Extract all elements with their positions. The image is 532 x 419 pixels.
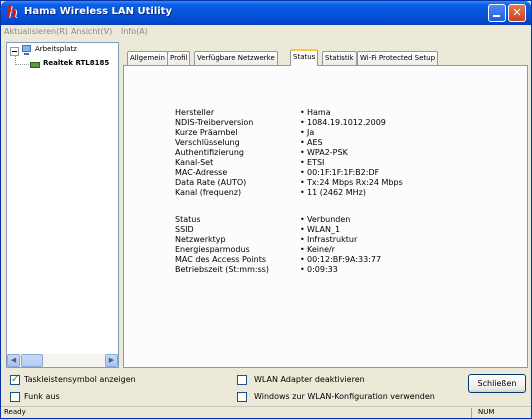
radio-off-checkbox[interactable] xyxy=(10,392,20,402)
info-value: ETSI xyxy=(300,158,325,167)
tab-statistics[interactable]: Statistik xyxy=(322,51,357,65)
disable-adapter-label[interactable]: WLAN Adapter deaktivieren xyxy=(254,375,365,384)
close-window-button[interactable] xyxy=(508,4,526,22)
info-label: Kanal-Set xyxy=(175,158,214,167)
info-label: Netzwerktyp xyxy=(175,235,226,244)
info-value: 11 (2462 MHz) xyxy=(300,188,366,197)
tree-adapter-label[interactable]: Realtek RTL8185 xyxy=(43,59,109,67)
info-label: Verschlüsselung xyxy=(175,138,240,147)
status-panel: Hersteller Hama NDIS-Treiberversion 1084… xyxy=(123,65,528,368)
info-label: SSID xyxy=(175,225,194,234)
tab-general[interactable]: Allgemein xyxy=(127,51,168,65)
info-label: NDIS-Treiberversion xyxy=(175,118,254,127)
device-tree[interactable]: Arbeitsplatz Realtek RTL8185 ◀ ▶ xyxy=(6,42,119,368)
tree-collapse-icon[interactable] xyxy=(10,47,19,56)
taskbar-icon-checkbox[interactable] xyxy=(10,374,20,385)
app-logo-icon: h xyxy=(6,3,18,22)
tab-wps[interactable]: Wi-Fi Protected Setup xyxy=(357,51,439,65)
info-label: Data Rate (AUTO) xyxy=(175,178,247,187)
info-value: 0:09:33 xyxy=(300,265,338,274)
status-bar: Ready NUM xyxy=(1,406,531,418)
num-lock-indicator: NUM xyxy=(478,408,495,416)
tree-horizontal-scrollbar[interactable]: ◀ ▶ xyxy=(7,354,118,367)
scroll-right-icon[interactable]: ▶ xyxy=(105,354,118,367)
status-divider xyxy=(471,408,472,418)
menu-view[interactable]: Ansicht(V) xyxy=(71,27,112,36)
info-value: Keine/r xyxy=(300,245,335,254)
bottom-options: Taskleistensymbol anzeigen Funk aus WLAN… xyxy=(1,370,531,407)
info-label: Hersteller xyxy=(175,108,215,117)
info-label: Status xyxy=(175,215,201,224)
info-label: Kurze Präambel xyxy=(175,128,238,137)
info-value: Ja xyxy=(300,128,315,137)
tab-container: Allgemein Profil Verfügbare Netzwerke St… xyxy=(123,42,528,368)
windows-config-label[interactable]: Windows zur WLAN-Konfiguration verwenden xyxy=(254,392,435,401)
minimize-icon xyxy=(493,15,500,17)
scroll-left-icon[interactable]: ◀ xyxy=(7,354,20,367)
info-value: 00:12:BF:9A:33:77 xyxy=(300,255,381,264)
info-value: 00:1F:1F:1F:B2:DF xyxy=(300,168,379,177)
scroll-thumb[interactable] xyxy=(21,354,43,367)
menu-refresh[interactable]: Aktualisieren(R) xyxy=(4,27,68,36)
windows-config-checkbox[interactable] xyxy=(237,392,247,402)
computer-icon xyxy=(21,45,33,56)
info-label: Authentifizierung xyxy=(175,148,244,157)
app-window: h Hama Wireless LAN Utility Aktualisiere… xyxy=(0,0,532,419)
tree-connector xyxy=(15,56,29,65)
disable-adapter-checkbox[interactable] xyxy=(237,375,247,385)
menu-bar: Aktualisieren(R) Ansicht(V) Info(A) xyxy=(1,25,531,40)
info-value: Verbunden xyxy=(300,215,350,224)
tab-available-networks[interactable]: Verfügbare Netzwerke xyxy=(194,51,278,65)
info-value: WPA2-PSK xyxy=(300,148,348,157)
info-label: Betriebszeit (St:mm:ss) xyxy=(175,265,270,274)
info-label: MAC des Access Points xyxy=(175,255,267,264)
taskbar-icon-label[interactable]: Taskleistensymbol anzeigen xyxy=(24,375,136,384)
title-bar[interactable]: h Hama Wireless LAN Utility xyxy=(1,1,531,25)
info-label: Energiesparmodus xyxy=(175,245,250,254)
tree-root-label[interactable]: Arbeitsplatz xyxy=(35,45,77,53)
info-value: Hama xyxy=(300,108,331,117)
tab-status[interactable]: Status xyxy=(290,49,319,66)
window-title: Hama Wireless LAN Utility xyxy=(24,6,172,17)
network-adapter-icon xyxy=(30,60,41,70)
info-value: Tx:24 Mbps Rx:24 Mbps xyxy=(300,178,403,187)
minimize-button[interactable] xyxy=(488,4,506,22)
info-label: Kanal (frequenz) xyxy=(175,188,242,197)
radio-off-label[interactable]: Funk aus xyxy=(24,392,60,401)
info-label: MAC-Adresse xyxy=(175,168,228,177)
info-value: 1084.19.1012.2009 xyxy=(300,118,386,127)
tab-profile[interactable]: Profil xyxy=(167,51,191,65)
close-button[interactable]: Schließen xyxy=(468,374,526,393)
menu-info[interactable]: Info(A) xyxy=(121,27,148,36)
info-value: AES xyxy=(300,138,322,147)
info-value: Infrastruktur xyxy=(300,235,357,244)
status-text: Ready xyxy=(4,408,26,416)
info-value: WLAN_1 xyxy=(300,225,340,234)
